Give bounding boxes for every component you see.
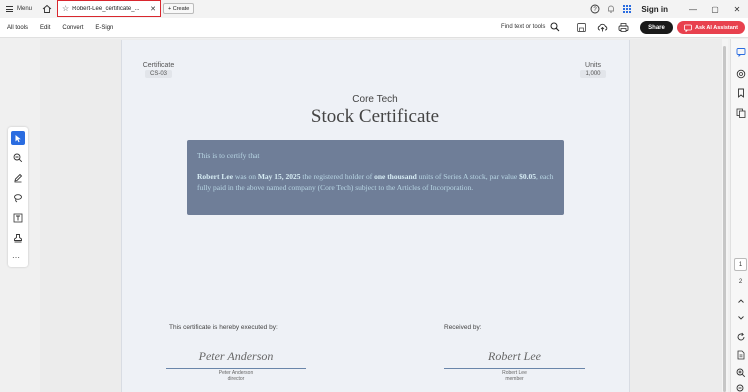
menu-all-tools[interactable]: All tools bbox=[7, 25, 28, 31]
zoom-out-icon bbox=[736, 384, 743, 391]
next-page-button[interactable] bbox=[735, 312, 746, 323]
receiver-signature: Robert Lee bbox=[488, 349, 541, 363]
stamp-tool[interactable] bbox=[11, 231, 25, 245]
text-tool[interactable] bbox=[11, 211, 25, 225]
rotate-icon bbox=[737, 332, 744, 340]
more-tools-icon[interactable]: ⋯ bbox=[12, 253, 20, 262]
chevron-down-icon bbox=[737, 315, 744, 320]
apps-grid-icon[interactable] bbox=[621, 3, 633, 15]
minimize-button[interactable]: — bbox=[682, 5, 704, 14]
ai-panel-button[interactable] bbox=[735, 46, 746, 57]
bookmarks-panel-button[interactable] bbox=[735, 87, 746, 98]
ai-assistant-icon bbox=[684, 24, 692, 32]
certificate-intro: This is to certify that bbox=[197, 151, 260, 160]
home-icon[interactable] bbox=[42, 4, 52, 14]
lasso-icon bbox=[14, 194, 22, 203]
receiver-role: member bbox=[505, 376, 524, 382]
search-icon[interactable] bbox=[550, 22, 560, 32]
executed-by-label: This certificate is hereby executed by: bbox=[169, 324, 278, 331]
sign-in-button[interactable]: Sign in bbox=[641, 5, 668, 14]
page-number-2[interactable]: 2 bbox=[734, 276, 747, 289]
certificate-id: CS-03 bbox=[144, 70, 172, 78]
titlebar-controls: ? Sign in — ▢ ✕ bbox=[585, 0, 748, 18]
star-icon[interactable]: ☆ bbox=[62, 4, 69, 13]
document-page bbox=[121, 40, 630, 392]
issue-date: May 15, 2025 bbox=[257, 172, 301, 181]
menu-esign[interactable]: E-Sign bbox=[95, 25, 113, 31]
document-settings-icon bbox=[737, 350, 744, 359]
quick-tools-panel: ⋯ bbox=[8, 127, 28, 267]
certificate-statement: This is to certify that Robert Lee was o… bbox=[187, 140, 564, 215]
print-icon[interactable] bbox=[618, 22, 629, 33]
comments-panel-button[interactable] bbox=[735, 68, 746, 79]
zoom-out-button[interactable] bbox=[735, 383, 746, 392]
signer-signature-line bbox=[166, 368, 306, 369]
right-side-panel: 1 2 bbox=[730, 39, 748, 392]
stamp-icon bbox=[14, 234, 22, 243]
bookmark-icon bbox=[737, 88, 744, 98]
hamburger-icon bbox=[6, 6, 13, 12]
certificate-title: Stock Certificate bbox=[310, 106, 440, 127]
draw-tool[interactable] bbox=[11, 191, 25, 205]
certificate-label: Certificate bbox=[142, 62, 175, 69]
notification-bell-icon[interactable] bbox=[605, 3, 617, 15]
zoom-tool[interactable] bbox=[11, 151, 25, 165]
save-icon[interactable] bbox=[576, 22, 587, 33]
menu-label: Menu bbox=[17, 6, 33, 12]
scrollbar-thumb[interactable] bbox=[723, 46, 726, 392]
units-value: 1,000 bbox=[580, 70, 606, 78]
document-tab[interactable]: ☆ Robert-Lee_certificate_... ✕ bbox=[57, 0, 161, 17]
receiver-signature-line bbox=[444, 368, 585, 369]
at-sign-icon bbox=[736, 69, 745, 78]
certificate-number: Certificate CS-03 bbox=[142, 62, 175, 78]
main-toolbar: All tools Edit Convert E-Sign Find text … bbox=[0, 18, 748, 38]
par-value: $0.05 bbox=[519, 172, 536, 181]
ai-assistant-button[interactable]: Ask AI Assistant bbox=[677, 21, 745, 34]
zoom-icon bbox=[13, 153, 23, 163]
copy-pages-icon bbox=[736, 108, 745, 118]
statement-text-2: the registered holder of bbox=[300, 172, 375, 181]
statement-text-3: units of Series A stock, par value bbox=[416, 172, 520, 181]
signer-role: director bbox=[227, 376, 245, 382]
close-tab-icon[interactable]: ✕ bbox=[150, 5, 156, 13]
menu-edit[interactable]: Edit bbox=[40, 25, 50, 31]
help-icon[interactable]: ? bbox=[589, 3, 601, 15]
pages-panel-button[interactable] bbox=[735, 107, 746, 118]
units-label: Units bbox=[585, 62, 601, 69]
ai-assistant-label: Ask AI Assistant bbox=[695, 24, 738, 31]
find-text-label[interactable]: Find text or tools bbox=[501, 24, 545, 30]
units-field: Units 1,000 bbox=[577, 62, 609, 78]
comment-tool[interactable] bbox=[11, 171, 25, 185]
page-number-1[interactable]: 1 bbox=[734, 258, 747, 271]
unit-quantity: one thousand bbox=[374, 172, 417, 181]
tab-title: Robert-Lee_certificate_... bbox=[72, 5, 140, 12]
holder-name: Robert Lee bbox=[197, 172, 234, 181]
zoom-in-button[interactable] bbox=[735, 367, 746, 378]
rotate-button[interactable] bbox=[735, 331, 746, 342]
cloud-upload-icon[interactable] bbox=[597, 22, 608, 33]
text-box-icon bbox=[13, 213, 23, 223]
share-button[interactable]: Share bbox=[640, 21, 673, 34]
svg-text:?: ? bbox=[594, 7, 598, 13]
received-by-label: Received by: bbox=[444, 324, 482, 331]
menu-convert[interactable]: Convert bbox=[62, 25, 83, 31]
maximize-button[interactable]: ▢ bbox=[704, 5, 726, 14]
company-name: Core Tech bbox=[352, 94, 398, 105]
certificate-body: Robert Lee was on May 15, 2025 the regis… bbox=[197, 171, 554, 193]
close-window-button[interactable]: ✕ bbox=[726, 5, 748, 14]
ai-chat-icon bbox=[736, 47, 745, 57]
cursor-icon bbox=[15, 134, 21, 142]
previous-page-button[interactable] bbox=[735, 295, 746, 306]
page-options-button[interactable] bbox=[735, 349, 746, 360]
chevron-up-icon bbox=[737, 298, 744, 303]
pen-icon bbox=[14, 173, 23, 183]
zoom-in-icon bbox=[736, 368, 745, 377]
statement-text-1: was on bbox=[233, 172, 258, 181]
select-tool[interactable] bbox=[11, 131, 25, 145]
create-button[interactable]: + Create bbox=[163, 3, 195, 14]
signer-signature: Peter Anderson bbox=[198, 349, 274, 363]
menu-button[interactable]: Menu bbox=[0, 6, 40, 12]
